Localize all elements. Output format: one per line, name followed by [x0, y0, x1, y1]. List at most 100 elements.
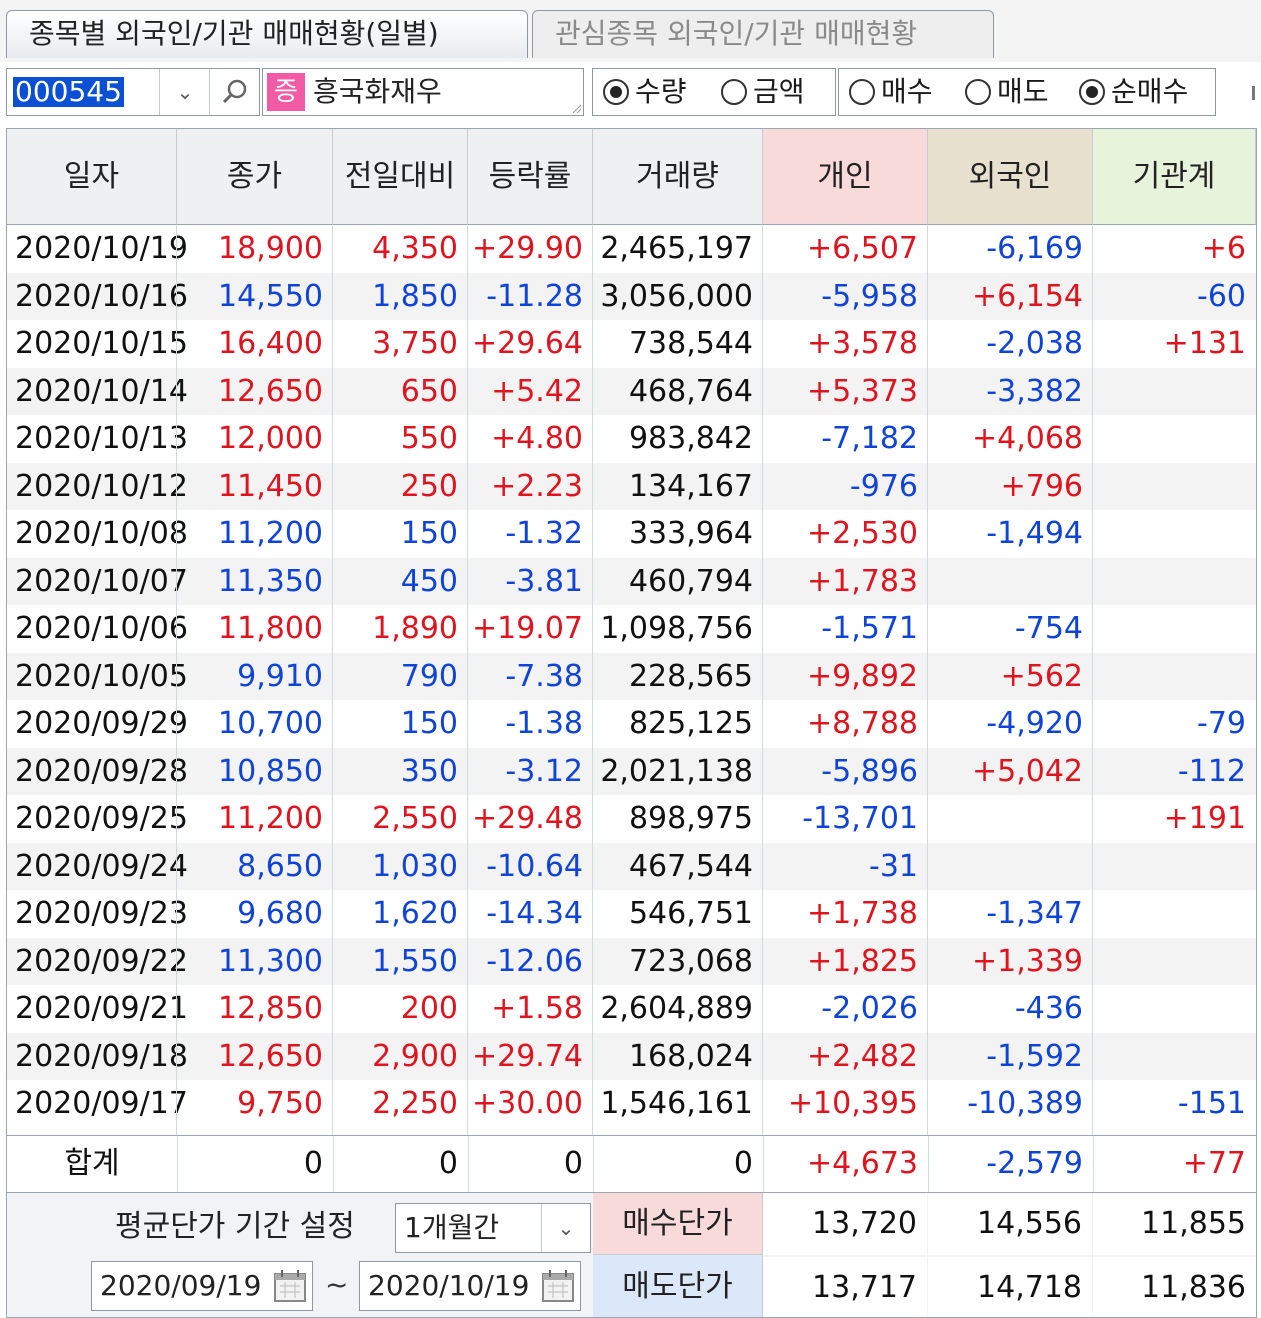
cell-change: 450 [400, 563, 458, 599]
table-row[interactable]: 2020/10/16 14,550 1,850 -11.28 3,056,000 -5,9… [7, 272, 1256, 320]
cell-foreign: -436 [1014, 991, 1083, 1026]
cell-foreign: -1,494 [986, 516, 1083, 551]
column-divider [1092, 225, 1093, 1193]
cell-date: 2020/10/13 [15, 421, 188, 456]
table-row[interactable]: 2020/09/18 12,650 2,900 +29.74 168,024 +2,482… [7, 1032, 1256, 1081]
start-date-field[interactable]: 2020/09/19 [91, 1261, 313, 1311]
table-row[interactable]: 2020/10/07 11,350 450 -3.81 460,794 +1,783 [7, 557, 1256, 605]
radio-net-buy[interactable]: 순매수 [1079, 69, 1188, 115]
table-row[interactable]: 2020/09/28 10,850 350 -3.12 2,021,138 -5,896 +… [7, 747, 1256, 795]
trade-type-radio-group: 매수 매도 순매수 [838, 68, 1216, 116]
column-divider [592, 225, 593, 1193]
table-row[interactable]: 2020/09/29 10,700 150 -1.38 825,125 +8,788 -4,… [7, 700, 1256, 748]
avg-buy-individual: 13,720 [763, 1193, 927, 1255]
chevron-down-icon[interactable]: ⌄ [159, 69, 210, 115]
table-row[interactable]: 2020/09/17 9,750 2,250 +30.00 1,546,161 +10,3… [7, 1080, 1256, 1128]
cell-indiv: +10,395 [787, 1086, 918, 1121]
tab-daily-investor[interactable]: 종목별 외국인/기관 매매현황(일별) [6, 10, 528, 58]
cell-volume: 333,964 [628, 516, 753, 551]
cell-rate: +29.64 [471, 326, 583, 361]
table-row[interactable]: 2020/10/14 12,650 650 +5.42 468,764 +5,373 -3,… [7, 367, 1256, 415]
cell-date: 2020/10/16 [15, 278, 188, 314]
stock-code-combo[interactable]: 000545 ⌄ [6, 68, 260, 116]
cell-close: 16,400 [218, 326, 323, 361]
column-divider [927, 225, 928, 1193]
cell-inst [1093, 843, 1256, 891]
cell-close: 9,750 [237, 1086, 323, 1121]
header-rate[interactable]: 등락률 [468, 129, 593, 225]
cell-indiv: -5,958 [821, 278, 918, 314]
header-close[interactable]: 종가 [177, 129, 333, 225]
table-row[interactable]: 2020/10/06 11,800 1,890 +19.07 1,098,756 -1,5… [7, 605, 1256, 653]
cell-inst: -151 [1177, 1086, 1246, 1121]
summary-foreign: -2,579 [928, 1136, 1093, 1192]
stock-code-input[interactable]: 000545 [13, 77, 124, 107]
average-period-label: 평균단가 기간 설정 [115, 1209, 355, 1244]
table-row[interactable]: 2020/10/12 11,450 250 +2.23 134,167 -976 +796 [7, 462, 1256, 510]
table-row[interactable]: 2020/09/24 8,650 1,030 -10.64 467,544 -31 [7, 842, 1256, 891]
cell-change: 350 [400, 753, 458, 789]
column-divider [467, 225, 468, 1193]
cell-volume: 738,544 [628, 326, 753, 361]
cell-date: 2020/10/08 [15, 516, 188, 551]
start-date-value: 2020/09/19 [100, 1269, 262, 1302]
period-select[interactable]: 1개월간 ⌄ [395, 1203, 591, 1253]
cell-volume: 460,794 [628, 563, 753, 599]
cell-inst: -60 [1197, 278, 1246, 314]
cell-date: 2020/09/21 [15, 991, 188, 1026]
calendar-icon[interactable] [272, 1268, 308, 1304]
cell-inst [1093, 653, 1256, 701]
radio-buy[interactable]: 매수 [849, 69, 933, 115]
table-row[interactable]: 2020/09/22 11,300 1,550 -12.06 723,068 +1,825… [7, 937, 1256, 985]
end-date-field[interactable]: 2020/10/19 [359, 1261, 581, 1311]
calendar-icon[interactable] [540, 1268, 576, 1304]
cell-inst [1093, 605, 1256, 653]
avg-sell-individual: 13,717 [763, 1257, 927, 1317]
avg-sell-price-label: 매도단가 [593, 1255, 763, 1317]
radio-sell[interactable]: 매도 [965, 69, 1049, 115]
table-row[interactable]: 2020/10/13 12,000 550 +4.80 983,842 -7,182 +4,… [7, 415, 1256, 463]
tab-bar: 종목별 외국인/기관 매매현황(일별) 관심종목 외국인/기관 매매현황 [0, 0, 1261, 63]
header-institution[interactable]: 기관계 [1093, 129, 1256, 225]
investor-trading-table: 일자 종가 전일대비 등락률 거래량 개인 외국인 기관계 2020/10/19 18,900 4… [6, 128, 1257, 1318]
cell-volume: 1,546,161 [600, 1086, 753, 1121]
avg-buy-price-label: 매수단가 [593, 1193, 763, 1255]
tab-watchlist-investor[interactable]: 관심종목 외국인/기관 매매현황 [532, 10, 994, 58]
radio-quantity[interactable]: 수량 [603, 69, 687, 115]
cell-volume: 467,544 [628, 848, 753, 884]
table-row[interactable]: 2020/10/05 9,910 790 -7.38 228,565 +9,892 +562 [7, 652, 1256, 701]
header-individual[interactable]: 개인 [763, 129, 928, 225]
cell-inst [1093, 510, 1256, 558]
cell-inst [1093, 415, 1256, 463]
radio-unchecked-icon [721, 79, 747, 105]
cell-foreign: +1,339 [971, 943, 1083, 979]
table-row[interactable]: 2020/09/21 12,850 200 +1.58 2,604,889 -2,026 -… [7, 985, 1256, 1033]
cell-inst [1093, 1033, 1256, 1081]
table-row[interactable]: 2020/10/19 18,900 4,350 +29.90 2,465,197 +6,5… [7, 225, 1256, 273]
header-volume[interactable]: 거래량 [593, 129, 763, 225]
cell-volume: 983,842 [628, 421, 753, 456]
cell-foreign: -1,347 [986, 896, 1083, 931]
summary-indiv: +4,673 [763, 1136, 928, 1192]
radio-amount[interactable]: 금액 [721, 69, 805, 115]
cell-rate: +30.00 [471, 1086, 583, 1121]
header-date[interactable]: 일자 [7, 129, 177, 225]
search-icon[interactable] [209, 69, 260, 115]
cell-volume: 168,024 [628, 1038, 753, 1074]
column-divider [332, 225, 333, 1193]
table-row[interactable]: 2020/09/23 9,680 1,620 -14.34 546,751 +1,738 -… [7, 890, 1256, 938]
radio-unchecked-icon [965, 79, 991, 105]
chevron-down-icon[interactable]: ⌄ [541, 1204, 590, 1252]
cell-indiv: -1,571 [821, 611, 918, 646]
cell-foreign: -754 [1014, 611, 1083, 646]
cell-close: 10,850 [218, 753, 323, 789]
header-change[interactable]: 전일대비 [333, 129, 468, 225]
cell-volume: 468,764 [628, 373, 753, 409]
header-foreign[interactable]: 외국인 [928, 129, 1093, 225]
summary-row: 합계 0 0 0 0 +4,673 -2,579 +77 [7, 1135, 1256, 1193]
table-row[interactable]: 2020/10/15 16,400 3,750 +29.64 738,544 +3,578… [7, 320, 1256, 368]
table-row[interactable]: 2020/10/08 11,200 150 -1.32 333,964 +2,530 -1,… [7, 510, 1256, 558]
cell-indiv: -7,182 [821, 421, 918, 456]
table-row[interactable]: 2020/09/25 11,200 2,550 +29.48 898,975 -13,70… [7, 795, 1256, 843]
cell-rate: +29.74 [471, 1038, 583, 1074]
